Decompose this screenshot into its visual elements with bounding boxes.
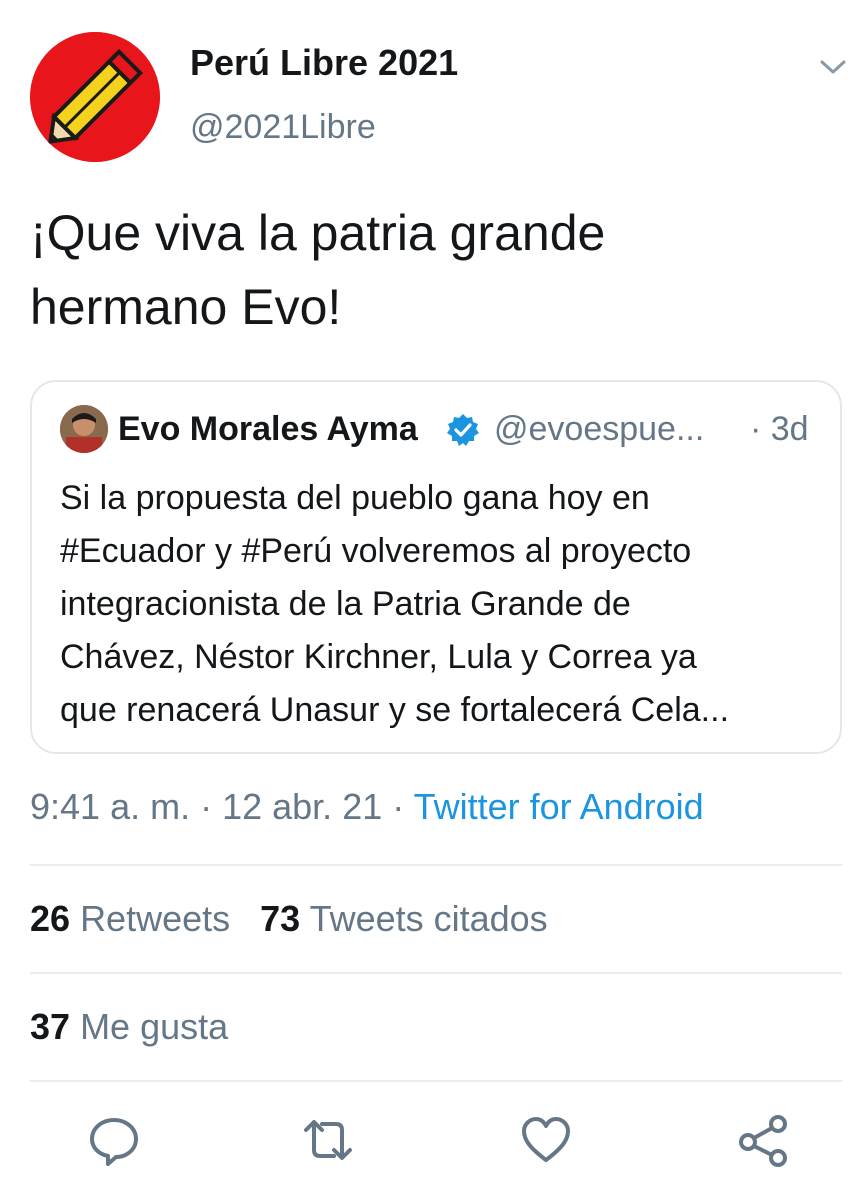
quotes-count: 73 [260, 898, 301, 939]
divider [30, 1080, 842, 1082]
quoted-display-name: Evo Morales Ayma [118, 410, 418, 448]
quoted-handle: @evoespue... [494, 410, 705, 448]
chevron-down-icon[interactable] [818, 52, 848, 82]
tweet-text: ¡Que viva la patria grande hermano Evo! [30, 196, 830, 344]
tweet-text-line: ¡Que viva la patria grande [30, 205, 606, 261]
quoted-tweet-text: Si la propuesta del pueblo gana hoy en #… [60, 472, 830, 737]
likes-count: 37 [30, 1006, 71, 1047]
likes-label: Me gusta [80, 1006, 229, 1047]
verified-badge-icon [446, 413, 480, 447]
meta-separator: · [382, 786, 414, 827]
quotes-stat[interactable]: 73 Tweets citados [260, 898, 548, 939]
quoted-text-line: integracionista de la Patria Grande de [60, 585, 631, 623]
reply-icon[interactable] [86, 1112, 142, 1168]
display-name[interactable]: Perú Libre 2021 [190, 42, 458, 84]
avatar[interactable] [30, 32, 160, 162]
quoted-text-line: Chávez, Néstor Kirchner, Lula y Correa y… [60, 638, 697, 676]
quoted-avatar [60, 405, 108, 453]
retweets-count: 26 [30, 898, 71, 939]
pencil-logo-icon [30, 32, 160, 162]
divider [30, 864, 842, 866]
quotes-label: Tweets citados [309, 898, 548, 939]
quoted-text-line: Si la propuesta del pueblo gana hoy en [60, 479, 650, 517]
heart-icon[interactable] [518, 1112, 574, 1168]
quoted-text-line: que renacerá Unasur y se fortalecerá Cel… [60, 691, 730, 729]
tweet-time: 9:41 a. m. [30, 786, 191, 827]
user-handle[interactable]: @2021Libre [190, 108, 376, 147]
quoted-time: · 3d [750, 410, 809, 448]
share-icon[interactable] [736, 1112, 792, 1168]
tweet-source-link[interactable]: Twitter for Android [414, 786, 704, 827]
tweet-text-line: hermano Evo! [30, 279, 342, 335]
retweets-stat[interactable]: 26 Retweets [30, 898, 230, 939]
tweet-date: 12 abr. 21 [222, 786, 383, 827]
retweets-label: Retweets [80, 898, 231, 939]
divider [30, 972, 842, 974]
tweet-meta: 9:41 a. m. · 12 abr. 21 · Twitter for An… [30, 786, 704, 828]
retweet-icon[interactable] [300, 1112, 356, 1168]
quoted-text-line: #Ecuador y #Perú volveremos al proyecto [60, 532, 692, 570]
meta-separator: · [190, 786, 223, 827]
likes-stat[interactable]: 37 Me gusta [30, 1006, 228, 1048]
engagement-stats: 26 Retweets 73 Tweets citados [30, 898, 548, 940]
